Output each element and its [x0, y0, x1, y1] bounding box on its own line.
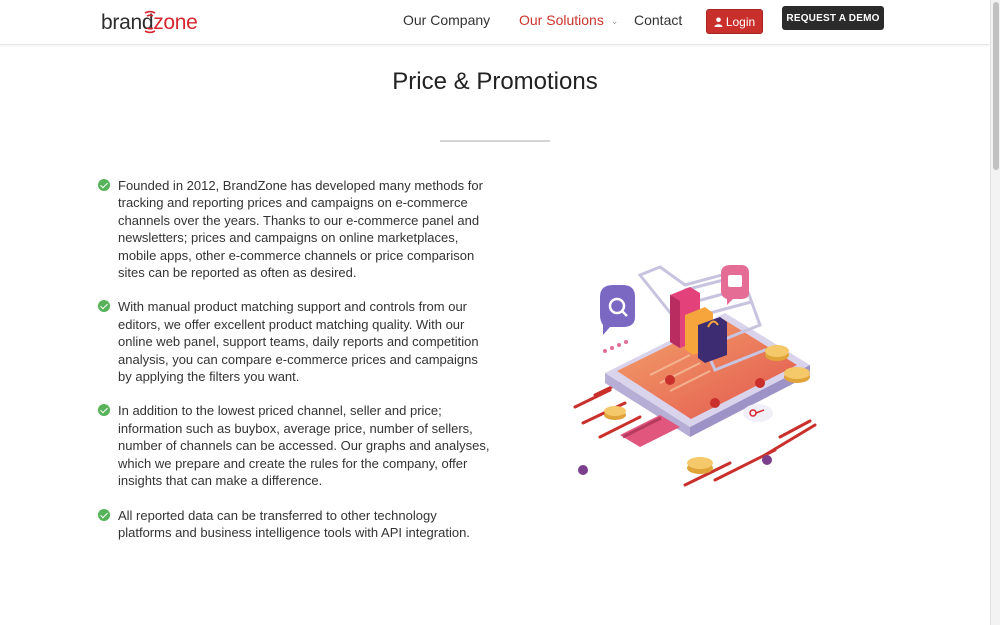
nav-our-company[interactable]: Our Company [403, 12, 490, 28]
login-button[interactable]: Login [706, 9, 763, 34]
user-icon [714, 17, 723, 27]
request-demo-label: REQUEST A DEMO [786, 12, 880, 24]
chevron-down-icon: ⌄ [610, 16, 619, 26]
nav-contact-label: Contact [634, 12, 683, 28]
check-circle-icon [98, 404, 110, 417]
page-title: Price & Promotions [392, 68, 598, 95]
check-circle-icon [98, 508, 110, 521]
nav-contact[interactable]: Contact [634, 12, 682, 28]
request-demo-button[interactable]: REQUEST A DEMO [782, 6, 884, 30]
site-header: brand zone Our Company Our Solutions ⌄ Con… [0, 0, 990, 45]
feature-item: With manual product matching support and… [98, 298, 493, 385]
logo-signal-icon [144, 10, 156, 34]
nav-our-solutions[interactable]: Our Solutions ⌄ [519, 12, 618, 28]
feature-text: With manual product matching support and… [118, 299, 479, 385]
check-circle-icon [98, 300, 110, 313]
login-button-label: Login [725, 14, 756, 29]
check-circle-icon [98, 179, 110, 191]
feature-item: In addition to the lowest priced channel… [98, 402, 493, 489]
feature-text: Founded in 2012, BrandZone has developed… [118, 178, 483, 281]
ecommerce-phone-cart-illustration [573, 265, 817, 487]
feature-text: In addition to the lowest priced channel… [118, 403, 490, 489]
feature-text: All reported data can be transferred to … [118, 507, 470, 540]
feature-item: All reported data can be transferred to … [98, 507, 493, 542]
page-scrollbar[interactable] [990, 0, 1000, 625]
title-divider [440, 140, 550, 142]
nav-our-company-label: Our Company [403, 12, 491, 28]
logo-text-zone: zone [153, 11, 198, 34]
scrollbar-thumb[interactable] [993, 2, 999, 170]
feature-item: Founded in 2012, BrandZone has developed… [98, 177, 493, 281]
nav-our-solutions-label: Our Solutions [519, 12, 604, 28]
feature-list: Founded in 2012, BrandZone has developed… [98, 177, 493, 558]
